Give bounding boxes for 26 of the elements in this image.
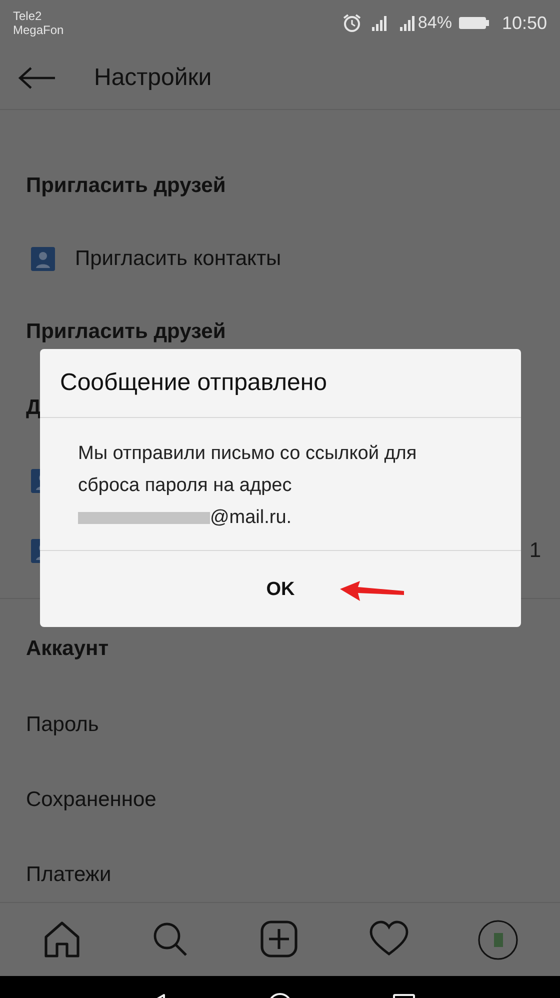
clock-time: 10:50	[502, 12, 547, 34]
screen-title: Настройки	[94, 62, 212, 92]
add-icon[interactable]	[260, 920, 300, 960]
dialog-title: Сообщение отправлено	[60, 368, 327, 398]
dialog-message: Мы отправили письмо со ссылкой для сброса пароля на адрес	[78, 442, 418, 498]
email-address: @mail.ru.	[210, 506, 292, 530]
battery-percent: 84%	[418, 12, 452, 34]
settings-item[interactable]: Платежи	[26, 858, 112, 890]
contact-icon	[31, 247, 55, 271]
carrier-name: Tele2	[13, 9, 43, 23]
section-heading: Аккаунт	[26, 636, 109, 662]
settings-item[interactable]: Пригласить контакты	[75, 243, 282, 275]
home-icon[interactable]	[42, 920, 82, 960]
back-arrow-icon[interactable]	[18, 66, 56, 90]
avatar-icon[interactable]	[478, 920, 518, 960]
settings-item[interactable]: Пароль	[26, 708, 99, 740]
settings-item[interactable]: Сохраненное	[26, 784, 156, 816]
battery-icon	[458, 15, 490, 31]
section-heading: Пригласить друзей	[26, 173, 226, 200]
carrier-name: MegaFon	[13, 23, 64, 37]
pointer-arrow-icon	[338, 579, 406, 603]
section-heading: Пригласить друзей	[26, 319, 226, 346]
row-value: 1	[529, 538, 541, 564]
alarm-icon	[342, 13, 362, 33]
ok-button[interactable]: OK	[262, 572, 299, 608]
section-heading: Д	[26, 395, 41, 422]
